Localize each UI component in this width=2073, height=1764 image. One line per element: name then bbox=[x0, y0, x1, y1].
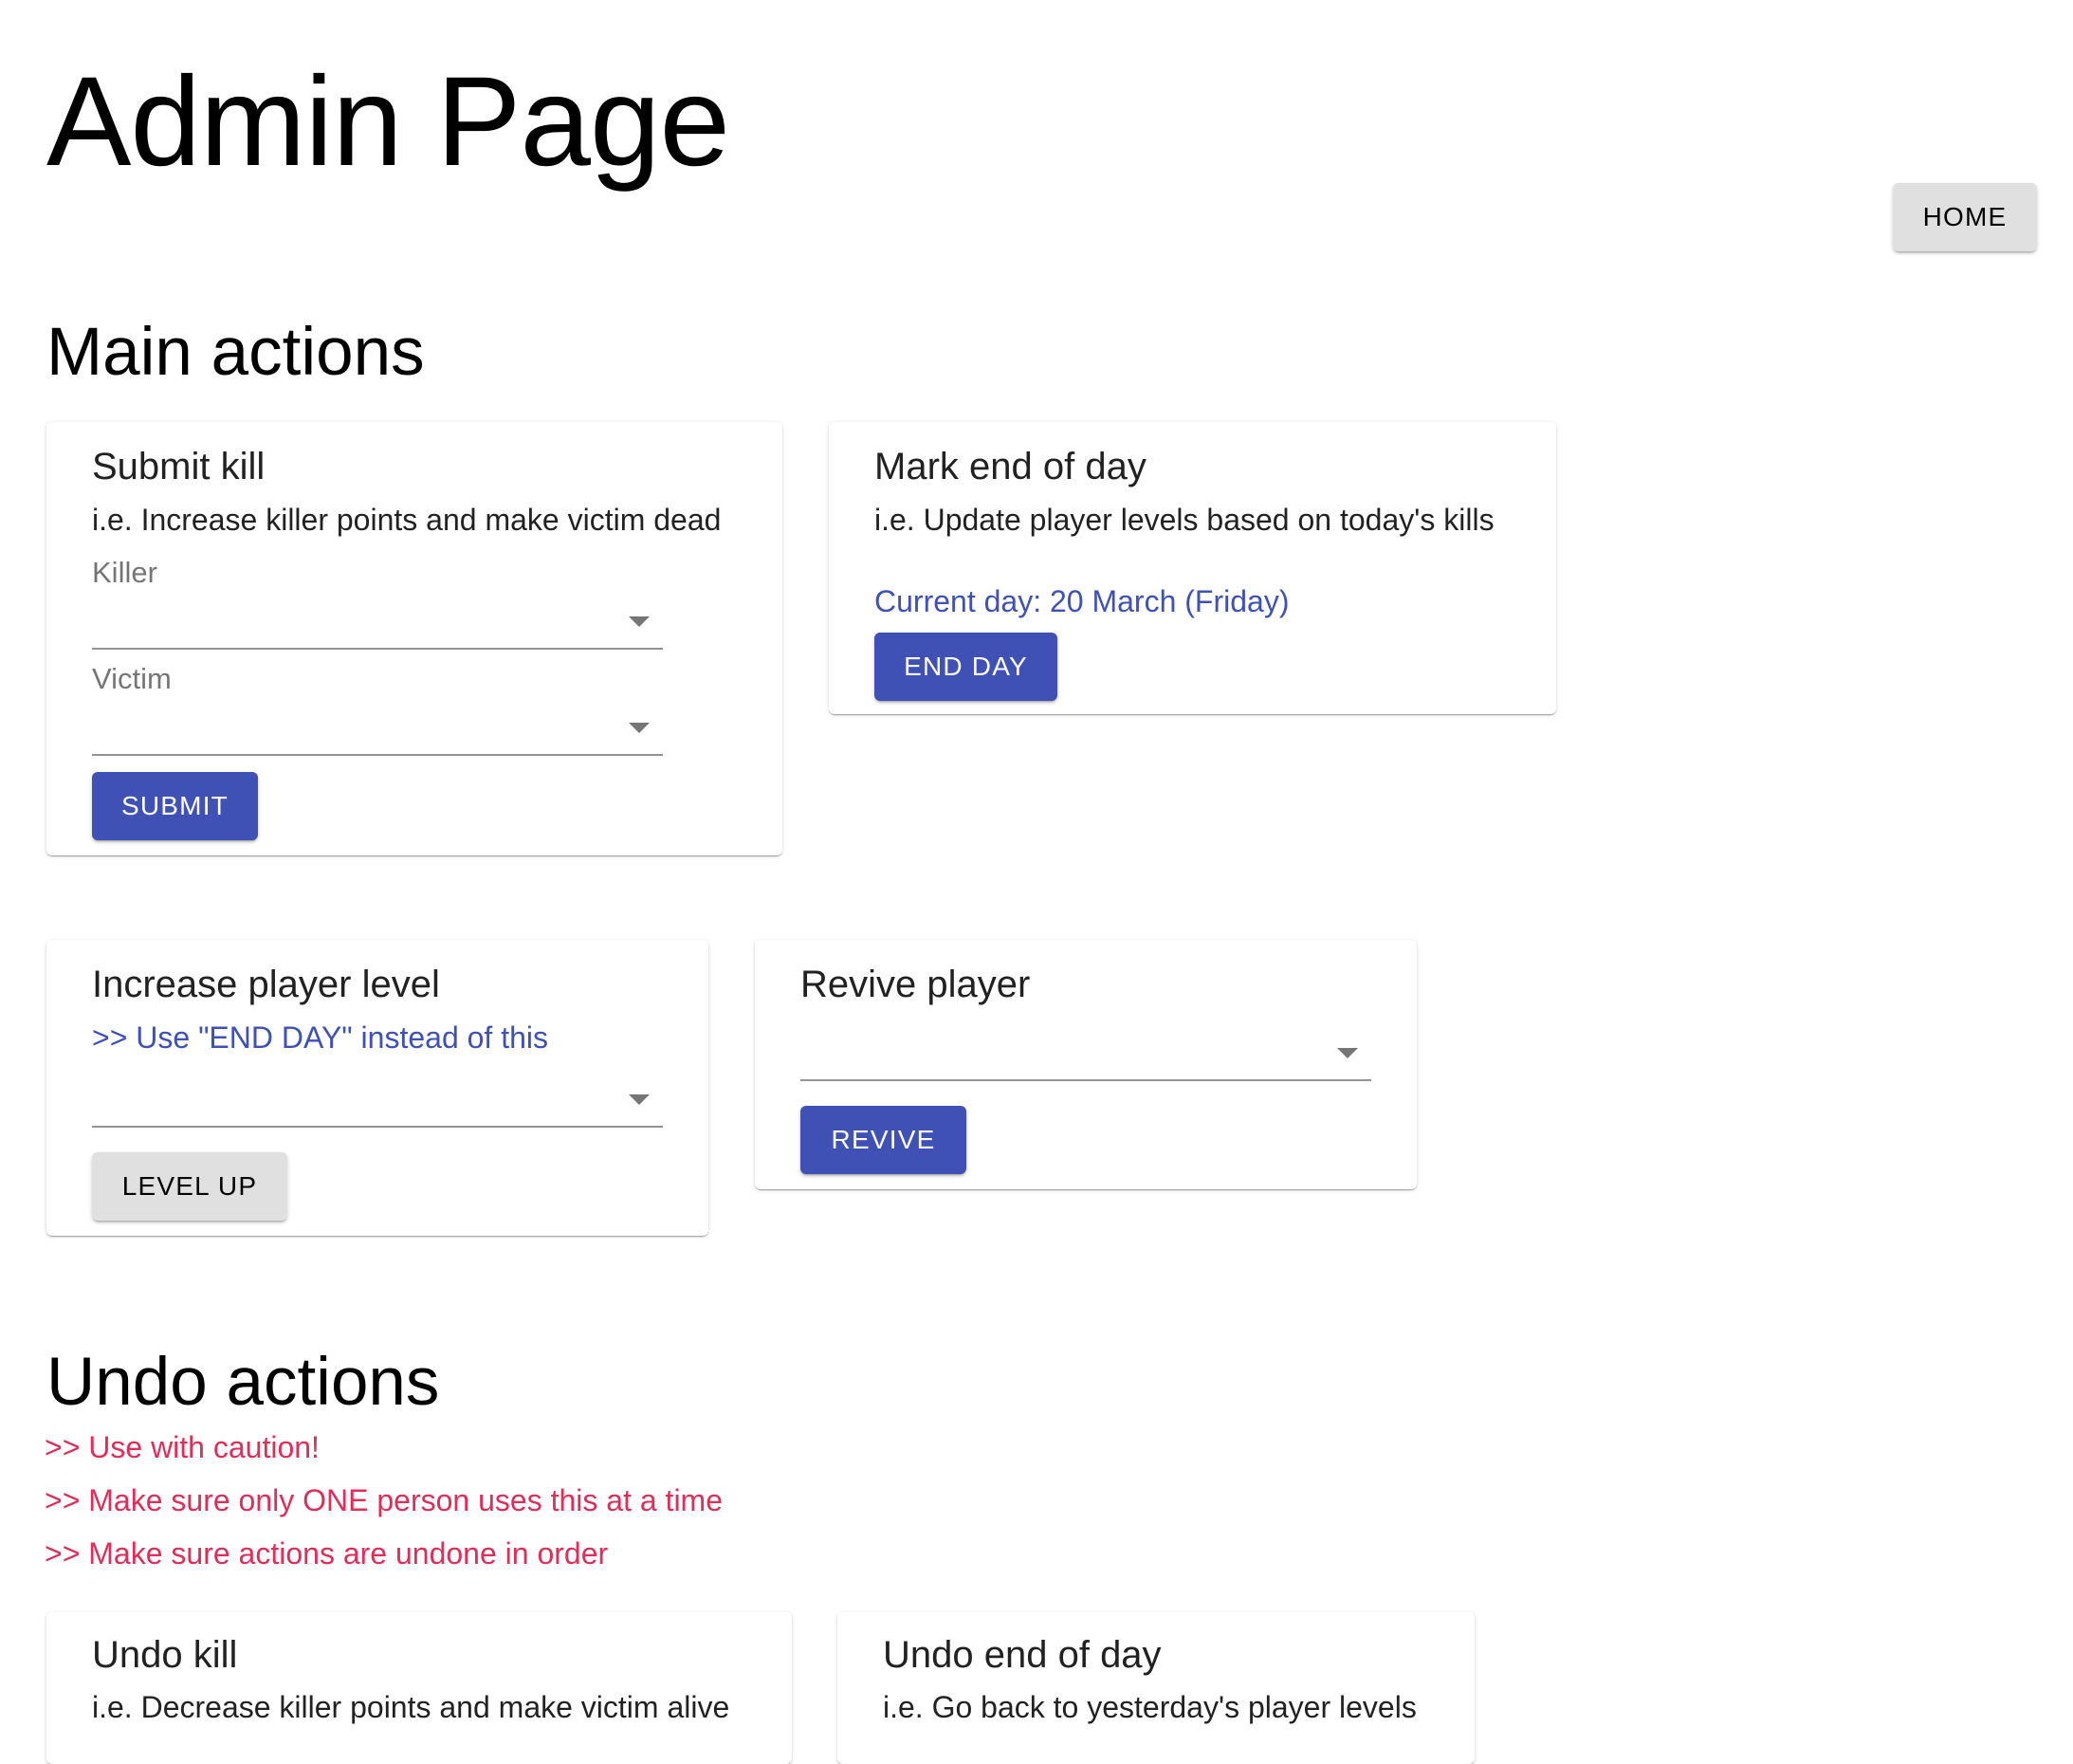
killer-select[interactable] bbox=[92, 597, 663, 650]
warning-text: >> Make sure actions are undone in order bbox=[45, 1536, 609, 1571]
submit-button[interactable]: SUBMIT bbox=[92, 772, 258, 840]
end-of-day-title: Mark end of day bbox=[874, 446, 1147, 487]
submit-kill-description: i.e. Increase killer points and make vic… bbox=[92, 503, 722, 537]
chevron-down-icon bbox=[629, 1094, 650, 1105]
victim-label: Victim bbox=[92, 662, 172, 695]
submit-kill-card: Submit kill i.e. Increase killer points … bbox=[46, 422, 782, 855]
home-button[interactable]: HOME bbox=[1893, 183, 2037, 251]
undo-end-of-day-card: Undo end of day i.e. Go back to yesterda… bbox=[837, 1612, 1475, 1764]
undo-kill-description: i.e. Decrease killer points and make vic… bbox=[92, 1690, 730, 1724]
revive-button[interactable]: REVIVE bbox=[800, 1106, 966, 1174]
end-day-button[interactable]: END DAY bbox=[874, 633, 1057, 701]
increase-level-title: Increase player level bbox=[92, 964, 440, 1005]
revive-player-card: Revive player REVIVE bbox=[755, 940, 1417, 1189]
revive-player-title: Revive player bbox=[800, 964, 1031, 1005]
increase-level-card: Increase player level >> Use "END DAY" i… bbox=[46, 940, 708, 1236]
undo-kill-title: Undo kill bbox=[92, 1634, 238, 1676]
level-up-button[interactable]: LEVEL UP bbox=[92, 1152, 287, 1221]
increase-level-note: >> Use "END DAY" instead of this bbox=[92, 1020, 548, 1055]
undo-end-of-day-description: i.e. Go back to yesterday's player level… bbox=[883, 1690, 1417, 1724]
current-day-text: Current day: 20 March (Friday) bbox=[874, 584, 1290, 618]
chevron-down-icon bbox=[629, 723, 650, 733]
chevron-down-icon bbox=[629, 616, 650, 627]
warning-text: >> Use with caution! bbox=[45, 1430, 320, 1464]
chevron-down-icon bbox=[1337, 1048, 1358, 1058]
warning-text: >> Make sure only ONE person uses this a… bbox=[45, 1483, 723, 1517]
end-of-day-description: i.e. Update player levels based on today… bbox=[874, 503, 1495, 537]
killer-label: Killer bbox=[92, 556, 157, 589]
revive-player-select[interactable] bbox=[800, 1029, 1371, 1081]
undo-kill-card: Undo kill i.e. Decrease killer points an… bbox=[46, 1612, 792, 1764]
submit-kill-title: Submit kill bbox=[92, 446, 266, 487]
end-of-day-card: Mark end of day i.e. Update player level… bbox=[829, 422, 1556, 714]
player-level-select[interactable] bbox=[92, 1075, 663, 1128]
victim-select[interactable] bbox=[92, 704, 663, 756]
undo-actions-title: Undo actions bbox=[46, 1345, 440, 1420]
page-title: Admin Page bbox=[46, 51, 730, 193]
undo-end-of-day-title: Undo end of day bbox=[883, 1634, 1162, 1676]
main-actions-title: Main actions bbox=[46, 315, 425, 390]
